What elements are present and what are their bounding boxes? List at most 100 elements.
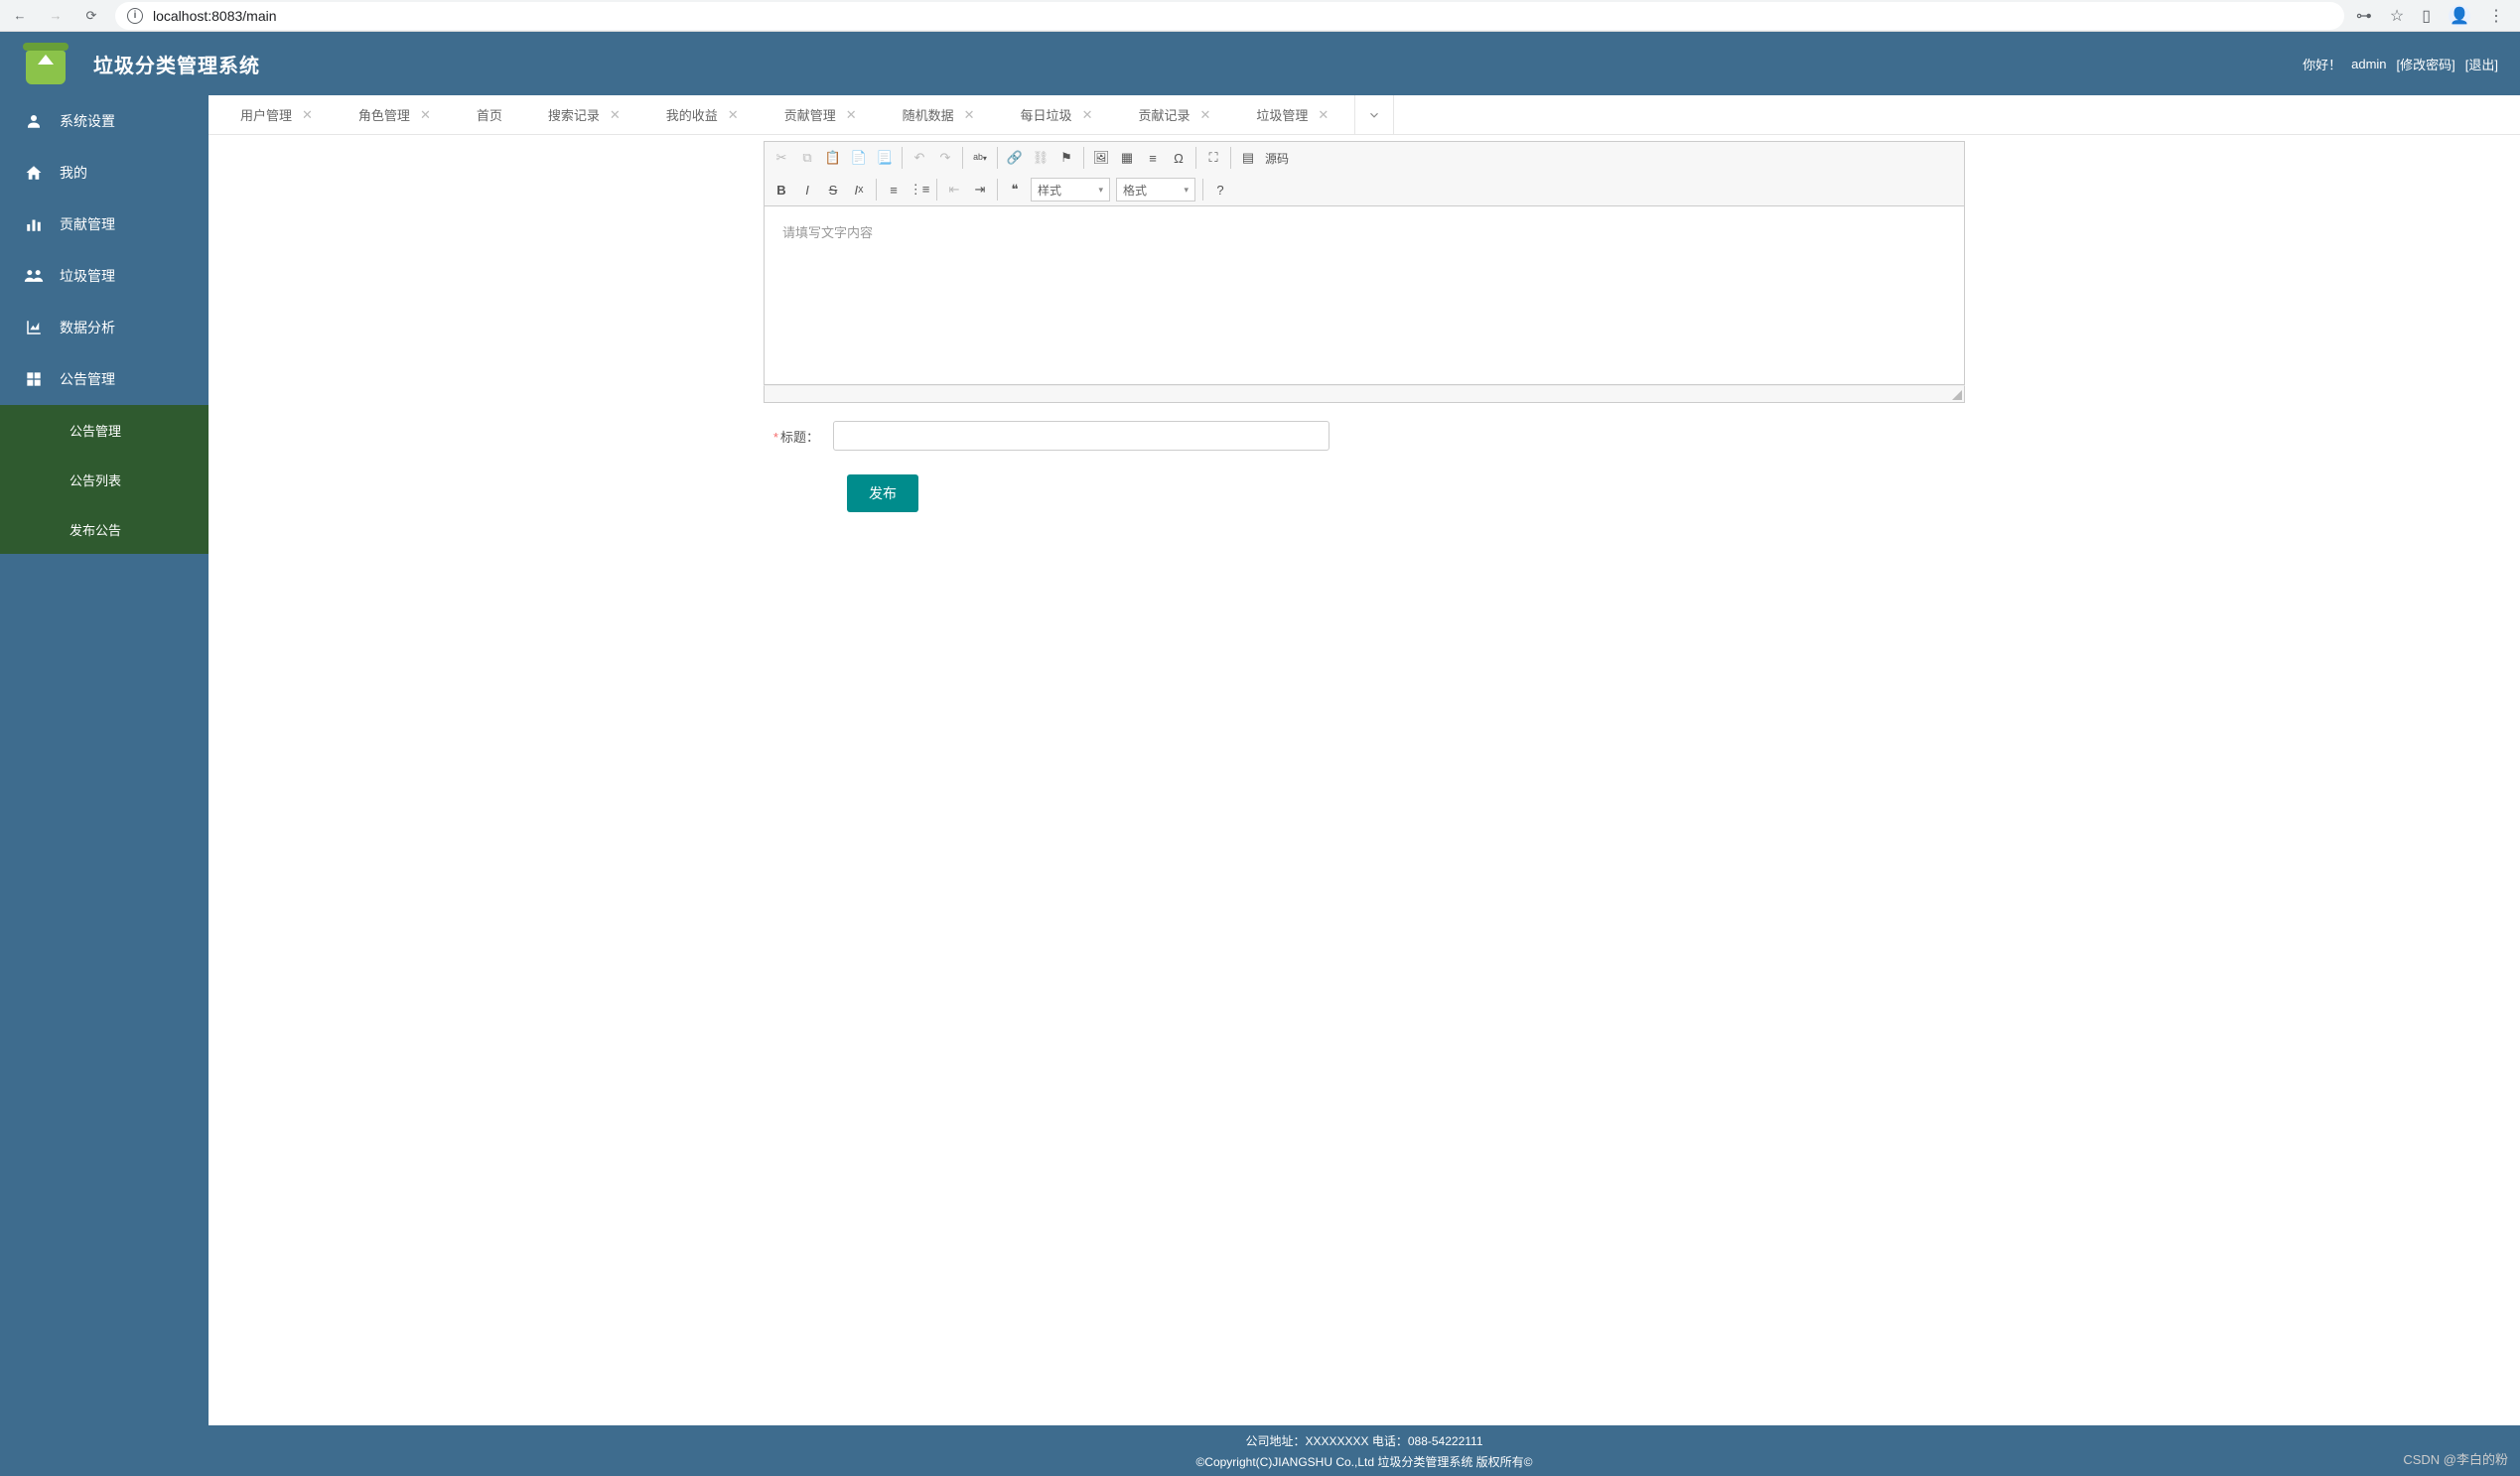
chrome-menu-icon[interactable]: ⋮ — [2488, 6, 2504, 26]
style-select[interactable]: 样式▾ — [1031, 178, 1110, 201]
close-icon[interactable]: ✕ — [846, 107, 857, 123]
close-icon[interactable]: ✕ — [728, 107, 739, 123]
bold-icon[interactable]: B — [769, 177, 794, 202]
format-select[interactable]: 格式▾ — [1116, 178, 1195, 201]
back-button[interactable]: ← — [8, 4, 32, 28]
editor-content[interactable]: 请填写文字内容 — [764, 206, 1965, 385]
about-icon[interactable]: ? — [1207, 177, 1233, 202]
title-row: *标题： — [764, 421, 1965, 451]
tab-label: 首页 — [477, 105, 502, 124]
italic-icon[interactable]: I — [794, 177, 820, 202]
reload-button[interactable]: ⟳ — [79, 4, 103, 28]
bookmark-icon[interactable]: ☆ — [2390, 6, 2404, 26]
title-input[interactable] — [833, 421, 1330, 451]
tab-label: 贡献记录 — [1138, 105, 1190, 124]
submenu-notice-manage[interactable]: 公告管理 — [0, 405, 209, 455]
close-icon[interactable]: ✕ — [1082, 107, 1093, 123]
close-icon[interactable]: ✕ — [420, 107, 431, 123]
cut-icon[interactable]: ✂ — [769, 145, 794, 171]
publish-button[interactable]: 发布 — [847, 474, 918, 512]
tab-contribute-manage[interactable]: 贡献管理 ✕ — [770, 95, 871, 134]
profile-avatar-icon[interactable]: 👤 — [2449, 5, 2470, 27]
anchor-icon[interactable]: ⚑ — [1053, 145, 1079, 171]
close-icon[interactable]: ✕ — [302, 107, 313, 123]
footer-copyright: ©Copyright(C)JIANGSHU Co.,Ltd 垃圾分类管理系统 版… — [209, 1452, 2520, 1474]
submenu-notice-publish[interactable]: 发布公告 — [0, 504, 209, 554]
tab-daily-trash[interactable]: 每日垃圾 ✕ — [1007, 95, 1107, 134]
tab-my-income[interactable]: 我的收益✕ — [652, 95, 753, 134]
maximize-icon[interactable]: ⛶ — [1200, 145, 1226, 171]
tab-user-manage[interactable]: 用户管理✕ — [226, 95, 327, 134]
change-password-link[interactable]: [修改密码] — [2397, 55, 2455, 73]
outdent-icon[interactable]: ⇤ — [941, 177, 967, 202]
tab-home[interactable]: 首页 — [463, 95, 516, 134]
editor-toolbar: ✂ ⧉ 📋 📄 📃 ↶ ↷ ᵃᵇ▾ 🔗 ⛓ ⚑ — [764, 141, 1965, 206]
sidebar-item-analytics[interactable]: 数据分析 — [0, 302, 209, 353]
sidebar-item-system[interactable]: 系统设置 — [0, 95, 209, 147]
special-char-icon[interactable]: Ω — [1166, 145, 1191, 171]
tab-label: 每日垃圾 — [1021, 105, 1072, 124]
source-label[interactable]: 源码 — [1261, 150, 1293, 167]
browser-actions: ⊶ ☆ ▯ 👤 ⋮ — [2356, 5, 2512, 27]
close-icon[interactable]: ✕ — [1318, 107, 1329, 123]
sidebar-item-label: 系统设置 — [60, 111, 115, 131]
remove-format-icon[interactable]: Ix — [846, 177, 872, 202]
tab-label: 贡献管理 — [784, 105, 836, 124]
close-icon[interactable]: ✕ — [1199, 107, 1210, 123]
numbered-list-icon[interactable]: ≡ — [881, 177, 907, 202]
undo-icon[interactable]: ↶ — [907, 145, 932, 171]
submenu-label: 发布公告 — [70, 520, 121, 539]
paste-word-icon[interactable]: 📃 — [872, 145, 898, 171]
sidebar-item-mine[interactable]: 我的 — [0, 147, 209, 199]
site-info-icon[interactable]: i — [127, 8, 143, 24]
link-icon[interactable]: 🔗 — [1002, 145, 1028, 171]
address-bar[interactable]: i localhost:8083/main — [115, 2, 2344, 30]
paste-icon[interactable]: 📋 — [820, 145, 846, 171]
tab-random-data[interactable]: 随机数据 ✕ — [889, 95, 989, 134]
sidebar-item-trash[interactable]: 垃圾管理 — [0, 250, 209, 302]
sidebar: 系统设置 我的 贡献管理 垃圾管理 数据分析 — [0, 95, 209, 1476]
paste-text-icon[interactable]: 📄 — [846, 145, 872, 171]
tab-trash-manage[interactable]: 垃圾管理✕ — [1242, 95, 1342, 134]
sidebar-item-contribute[interactable]: 贡献管理 — [0, 199, 209, 250]
tab-contribute-log[interactable]: 贡献记录 ✕ — [1124, 95, 1224, 134]
hr-icon[interactable]: ≡ — [1140, 145, 1166, 171]
submenu-label: 公告列表 — [70, 470, 121, 489]
panel-icon[interactable]: ▯ — [2422, 6, 2431, 26]
chart-icon — [24, 214, 44, 234]
footer-address: 公司地址：XXXXXXXX 电话：088-54222111 — [209, 1431, 2520, 1453]
submenu-notice-list[interactable]: 公告列表 — [0, 455, 209, 504]
sidebar-item-label: 数据分析 — [60, 318, 115, 337]
logout-link[interactable]: [退出] — [2465, 55, 2498, 73]
stats-icon — [24, 318, 44, 337]
forward-button[interactable]: → — [44, 4, 68, 28]
header-user-area: 你好！ admin [修改密码] [退出] — [2303, 55, 2498, 73]
tab-label: 随机数据 — [903, 105, 954, 124]
greeting-text: 你好！ — [2303, 55, 2341, 73]
indent-icon[interactable]: ⇥ — [967, 177, 993, 202]
close-icon[interactable]: ✕ — [610, 107, 621, 123]
close-icon[interactable]: ✕ — [964, 107, 975, 123]
redo-icon[interactable]: ↷ — [932, 145, 958, 171]
tab-search-log[interactable]: 搜索记录✕ — [534, 95, 634, 134]
resize-handle-icon[interactable] — [1952, 390, 1962, 400]
image-icon[interactable]: 🖼 — [1088, 145, 1114, 171]
copy-icon[interactable]: ⧉ — [794, 145, 820, 171]
spellcheck-icon[interactable]: ᵃᵇ▾ — [967, 145, 993, 171]
table-icon[interactable]: ▦ — [1114, 145, 1140, 171]
title-label: *标题： — [764, 427, 833, 446]
key-icon[interactable]: ⊶ — [2356, 6, 2372, 26]
sidebar-item-label: 垃圾管理 — [60, 266, 115, 286]
editor-statusbar — [764, 385, 1965, 403]
bullet-list-icon[interactable]: ⋮≡ — [907, 177, 932, 202]
main-area: 用户管理✕ 角色管理✕ 首页 搜索记录✕ 我的收益✕ 贡献管理 ✕ 随机数据 ✕ 每… — [209, 95, 2520, 1476]
tab-role-manage[interactable]: 角色管理✕ — [345, 95, 445, 134]
strike-icon[interactable]: S — [820, 177, 846, 202]
app-title: 垃圾分类管理系统 — [93, 50, 260, 78]
unlink-icon[interactable]: ⛓ — [1028, 145, 1053, 171]
source-icon[interactable]: ▤ — [1235, 145, 1261, 171]
blockquote-icon[interactable]: ❝ — [1002, 177, 1028, 202]
sidebar-item-notice[interactable]: 公告管理 — [0, 353, 209, 405]
tabs-dropdown-button[interactable] — [1354, 95, 1394, 134]
app-header: 垃圾分类管理系统 你好！ admin [修改密码] [退出] — [0, 32, 2520, 95]
